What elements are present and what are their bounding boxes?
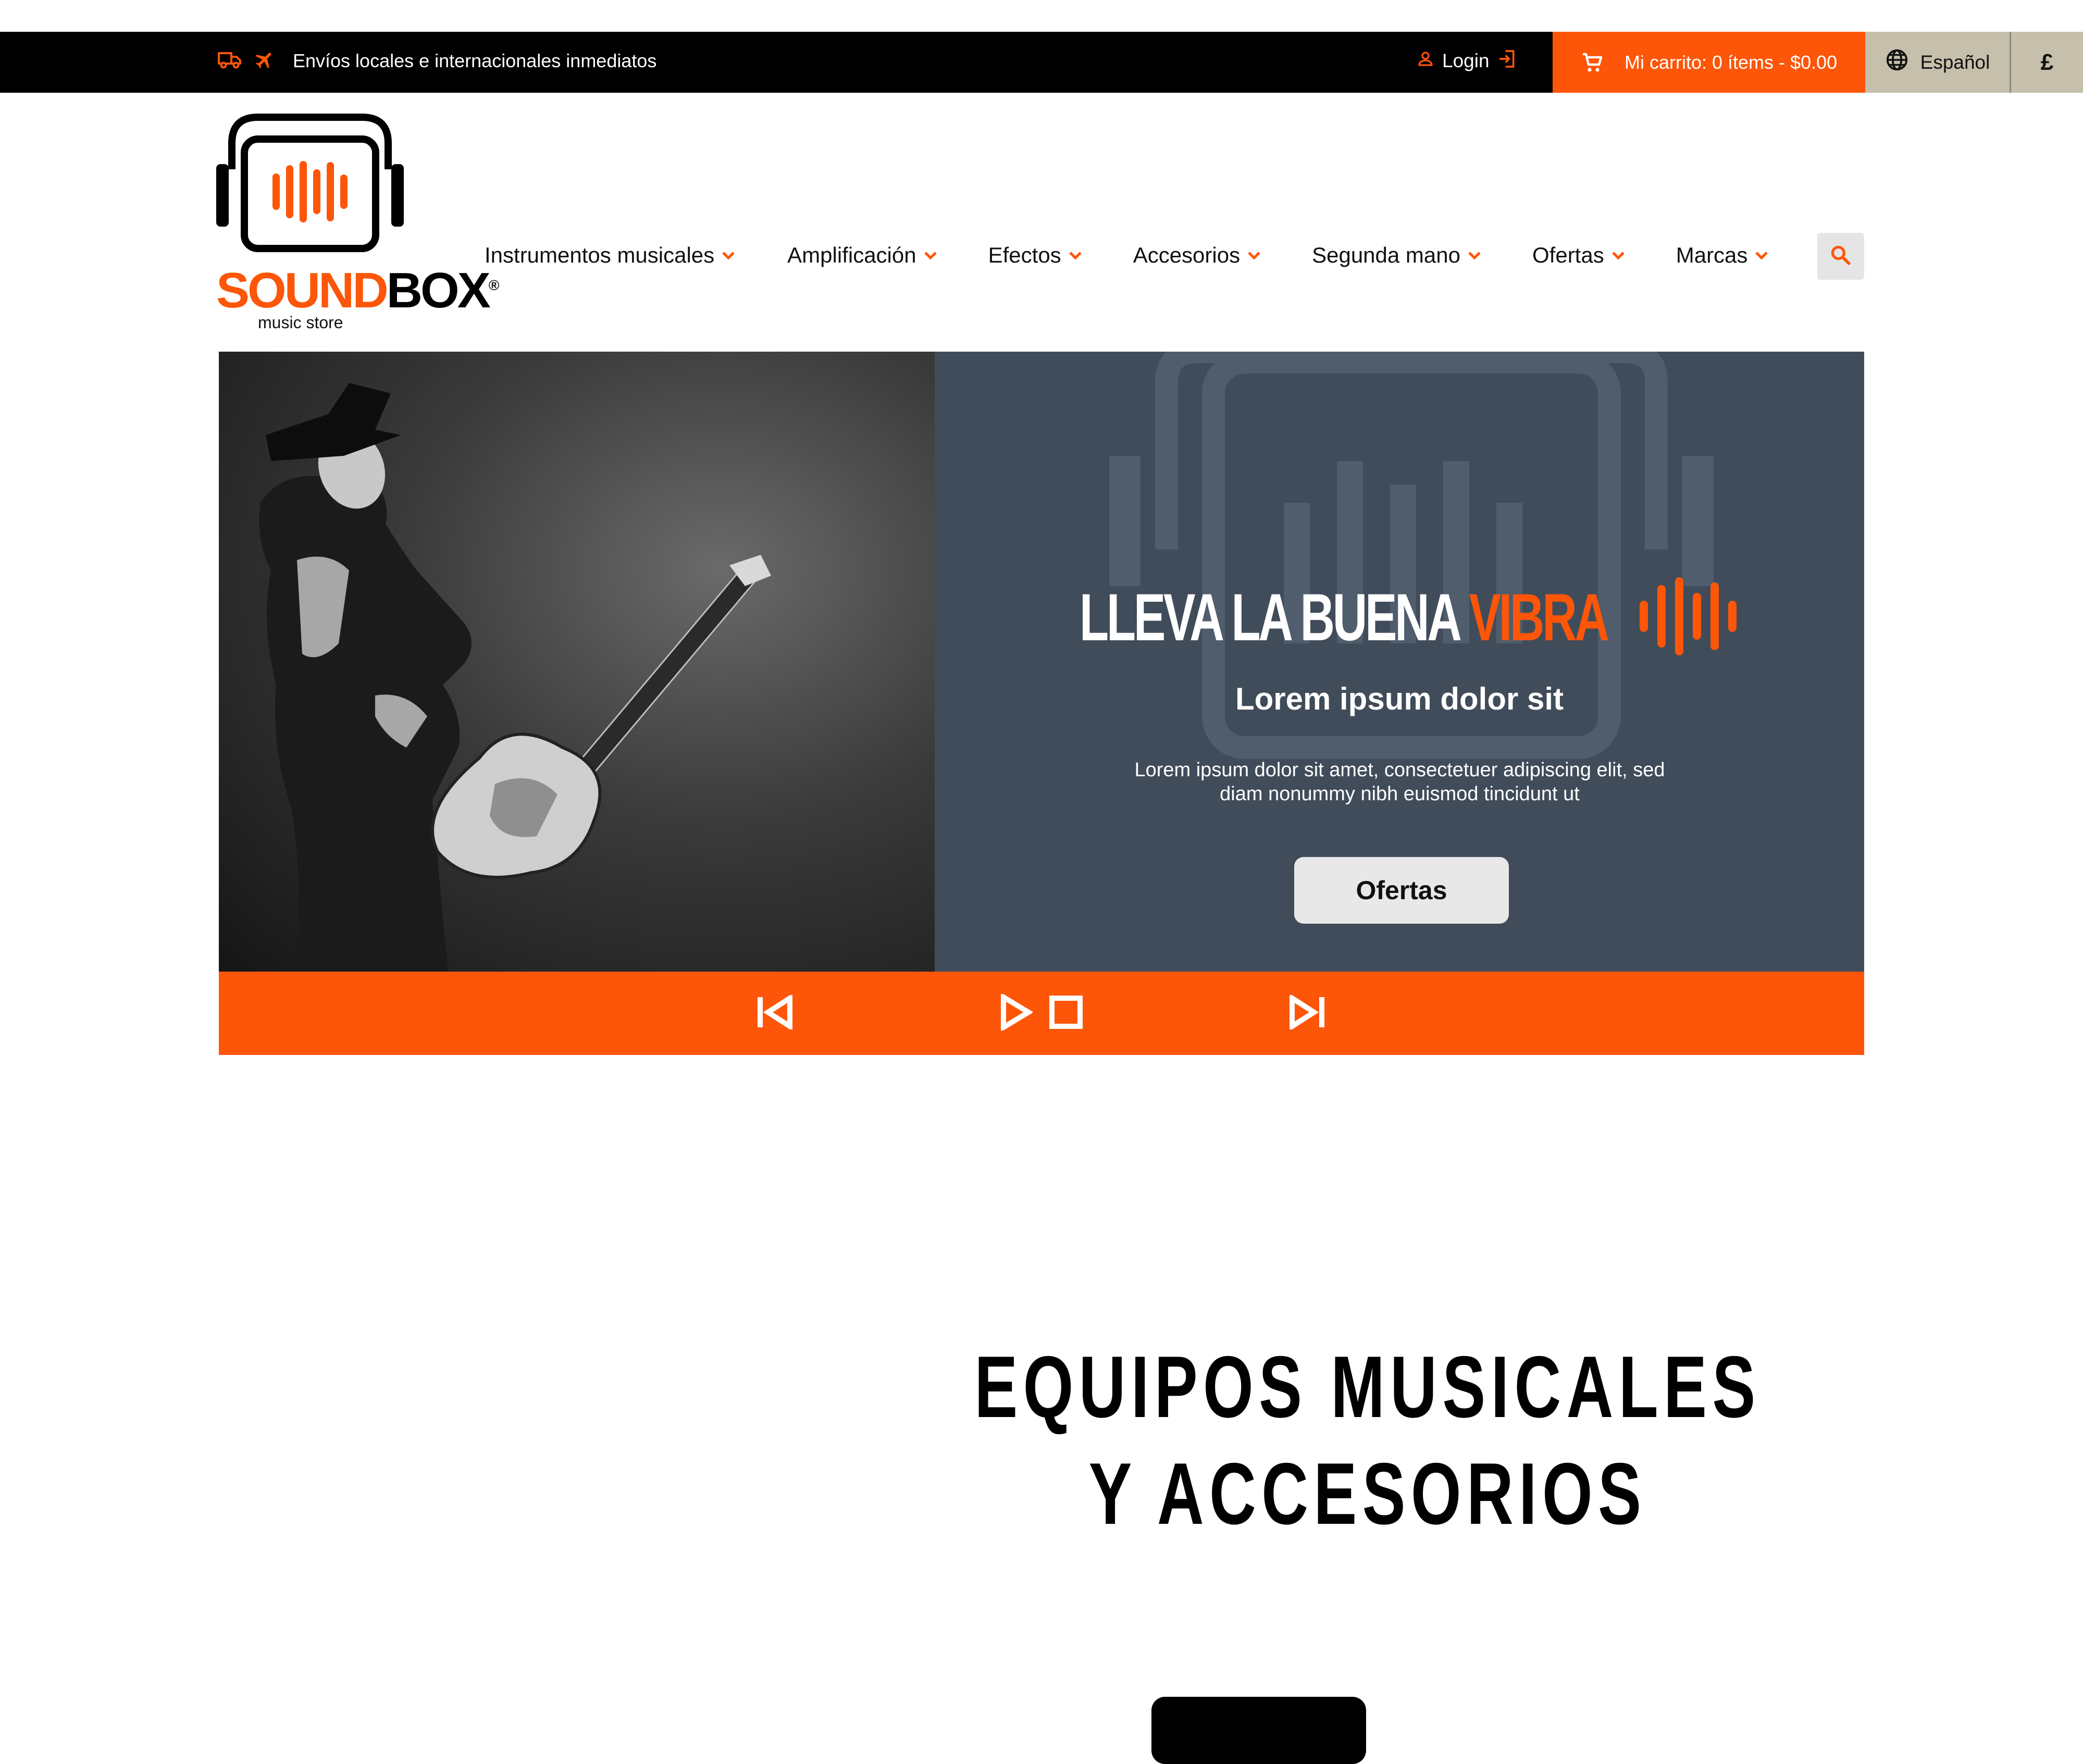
- chevron-down-icon: [1755, 250, 1768, 260]
- hero-headline: LLEVA LA BUENA VIBRA: [935, 577, 1864, 658]
- previous-button[interactable]: [755, 972, 795, 1055]
- currency-selector[interactable]: £: [2011, 32, 2083, 93]
- section-title-line1: EQUIPOS MUSICALES: [974, 1338, 1761, 1436]
- stop-icon: [1049, 995, 1083, 1032]
- nav-item-segunda-mano[interactable]: Segunda mano: [1312, 243, 1481, 268]
- nav-label: Segunda mano: [1312, 243, 1460, 267]
- sign-in-icon: [1497, 48, 1518, 74]
- nav-item-accesorios[interactable]: Accesorios: [1133, 243, 1261, 268]
- login-link[interactable]: Login: [1416, 45, 1518, 77]
- nav-label: Efectos: [988, 243, 1061, 267]
- hero-headline-text: LLEVA LA BUENA VIBRA: [1079, 579, 1609, 656]
- nav-label: Marcas: [1676, 243, 1748, 267]
- headline-part1: LLEVA LA BUENA: [1079, 580, 1469, 655]
- shipping-text: Envíos locales e internacionales inmedia…: [293, 50, 657, 71]
- shipping-icons: [217, 45, 276, 77]
- chevron-down-icon: [924, 250, 937, 260]
- brand-wordmark: SOUNDBOX®: [216, 259, 499, 318]
- nav-label: Accesorios: [1133, 243, 1241, 267]
- play-icon: [999, 992, 1034, 1033]
- language-selector[interactable]: Español: [1865, 32, 2011, 93]
- chevron-down-icon: [1069, 250, 1082, 260]
- nav-label: Instrumentos musicales: [485, 243, 715, 267]
- language-label: Español: [1920, 51, 1990, 73]
- user-icon: [1416, 49, 1435, 73]
- top-bar: Envíos locales e internacionales inmedia…: [0, 32, 2083, 93]
- section-title: EQUIPOS MUSICALES Y ACCESORIOS: [973, 1334, 1763, 1547]
- globe-icon: [1885, 48, 1909, 77]
- slider-controls: [219, 972, 1864, 1055]
- nav-label: Amplificación: [787, 243, 916, 267]
- cart-label: Mi carrito: 0 ítems - $0.00: [1625, 51, 1838, 73]
- ofertas-button[interactable]: Ofertas: [1294, 857, 1509, 924]
- nav-item-amplificacion[interactable]: Amplificación: [787, 243, 937, 268]
- nav-item-instrumentos[interactable]: Instrumentos musicales: [485, 243, 735, 268]
- search-icon: [1829, 244, 1852, 269]
- next-icon: [1287, 993, 1326, 1032]
- stop-button[interactable]: [1049, 972, 1083, 1055]
- hero-body-text: Lorem ipsum dolor sit amet, consectetuer…: [1134, 759, 1665, 805]
- hero-slider: LLEVA LA BUENA VIBRA Lorem ipsum dolor s…: [219, 352, 1864, 1055]
- sound-wave-icon: [1640, 577, 1739, 658]
- chevron-down-icon: [1611, 250, 1625, 260]
- nav-item-efectos[interactable]: Efectos: [988, 243, 1082, 268]
- nav-label: Ofertas: [1532, 243, 1604, 267]
- truck-icon: [217, 51, 242, 72]
- hero-content-panel: LLEVA LA BUENA VIBRA Lorem ipsum dolor s…: [935, 352, 1864, 972]
- nav-item-ofertas[interactable]: Ofertas: [1532, 243, 1625, 268]
- registered-mark: ®: [488, 277, 500, 293]
- previous-icon: [755, 993, 795, 1032]
- headline-accent: VIBRA: [1469, 580, 1609, 655]
- login-label: Login: [1442, 50, 1490, 71]
- chevron-down-icon: [722, 250, 735, 260]
- chevron-down-icon: [1247, 250, 1261, 260]
- cart-icon: [1580, 50, 1605, 75]
- guitarist-photo: [219, 352, 935, 972]
- headphones-logo-icon: [216, 114, 404, 252]
- play-button[interactable]: [999, 972, 1034, 1055]
- brand-name-part1: SOUND: [216, 263, 389, 318]
- cart-button[interactable]: Mi carrito: 0 ítems - $0.00: [1553, 32, 1865, 93]
- main-navigation: Instrumentos musicales Amplificación Efe…: [485, 237, 1768, 274]
- brand-tagline: music store: [258, 313, 343, 332]
- hero-subtitle: Lorem ipsum dolor sit: [1235, 681, 1564, 716]
- brand-name-part2: BOX: [386, 263, 491, 318]
- next-button[interactable]: [1287, 972, 1326, 1055]
- brand-logo[interactable]: SOUNDBOX® music store: [216, 112, 499, 336]
- airplane-icon: [254, 49, 276, 73]
- nav-item-marcas[interactable]: Marcas: [1676, 243, 1769, 268]
- chevron-down-icon: [1468, 250, 1481, 260]
- section-title-line2: Y ACCESORIOS: [1088, 1445, 1647, 1543]
- section-button[interactable]: [1151, 1697, 1366, 1764]
- search-button[interactable]: [1817, 233, 1864, 280]
